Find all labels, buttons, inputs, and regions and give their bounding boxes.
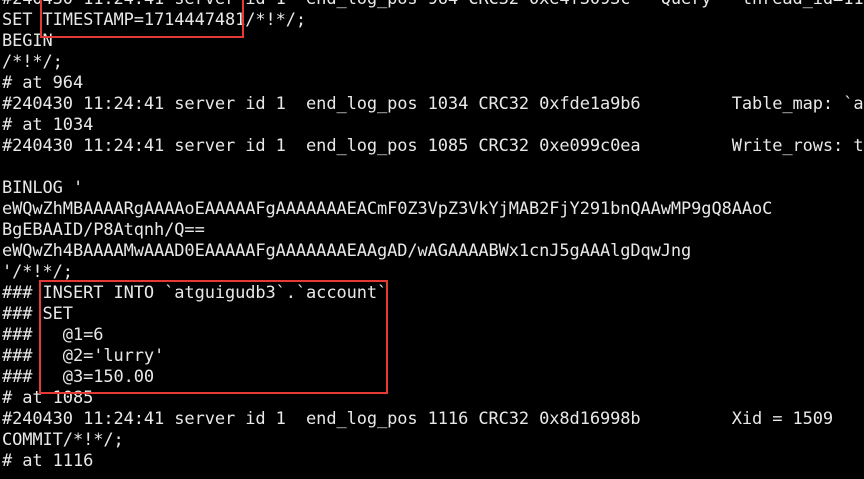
log-line: BINLOG ' bbox=[2, 178, 84, 198]
terminal-window[interactable]: #240430 11:24:41 server id 1 end_log_pos… bbox=[0, 0, 864, 479]
log-line: # at 964 bbox=[2, 73, 84, 93]
log-line: BgEBAAID/P8Atqnh/Q== bbox=[2, 220, 205, 240]
log-line: SET TIMESTAMP=1714447481/*!*/; bbox=[2, 10, 307, 30]
log-line: #240430 11:24:41 server id 1 end_log_pos… bbox=[2, 0, 864, 10]
log-line: # at 1116 bbox=[2, 451, 94, 471]
log-line: /*!*/; bbox=[2, 52, 63, 72]
log-line: eWQwZhMBAAAARgAAAAoEAAAAAFgAAAAAAAEACmF0… bbox=[2, 199, 773, 219]
log-line: COMMIT/*!*/; bbox=[2, 430, 124, 450]
log-line: eWQwZh4BAAAAMwAAAD0EAAAAAFgAAAAAAAEAAgAD… bbox=[2, 241, 692, 261]
log-line: #240430 11:24:41 server id 1 end_log_pos… bbox=[2, 136, 864, 156]
log-line: '/*!*/; bbox=[2, 262, 73, 282]
log-line: ### @1=6 bbox=[2, 325, 104, 345]
log-line: # at 1034 bbox=[2, 115, 94, 135]
log-line: #240430 11:24:41 server id 1 end_log_pos… bbox=[2, 409, 834, 429]
log-line: #240430 11:24:41 server id 1 end_log_pos… bbox=[2, 94, 864, 114]
log-line: # at 1085 bbox=[2, 388, 94, 408]
log-line: BEGIN bbox=[2, 31, 53, 51]
log-line: ### @3=150.00 bbox=[2, 367, 155, 387]
log-line: ### @2='lurry' bbox=[2, 346, 165, 366]
log-line: ### SET bbox=[2, 304, 73, 324]
log-line: ### INSERT INTO `atguigudb3`.`account` bbox=[2, 283, 388, 303]
